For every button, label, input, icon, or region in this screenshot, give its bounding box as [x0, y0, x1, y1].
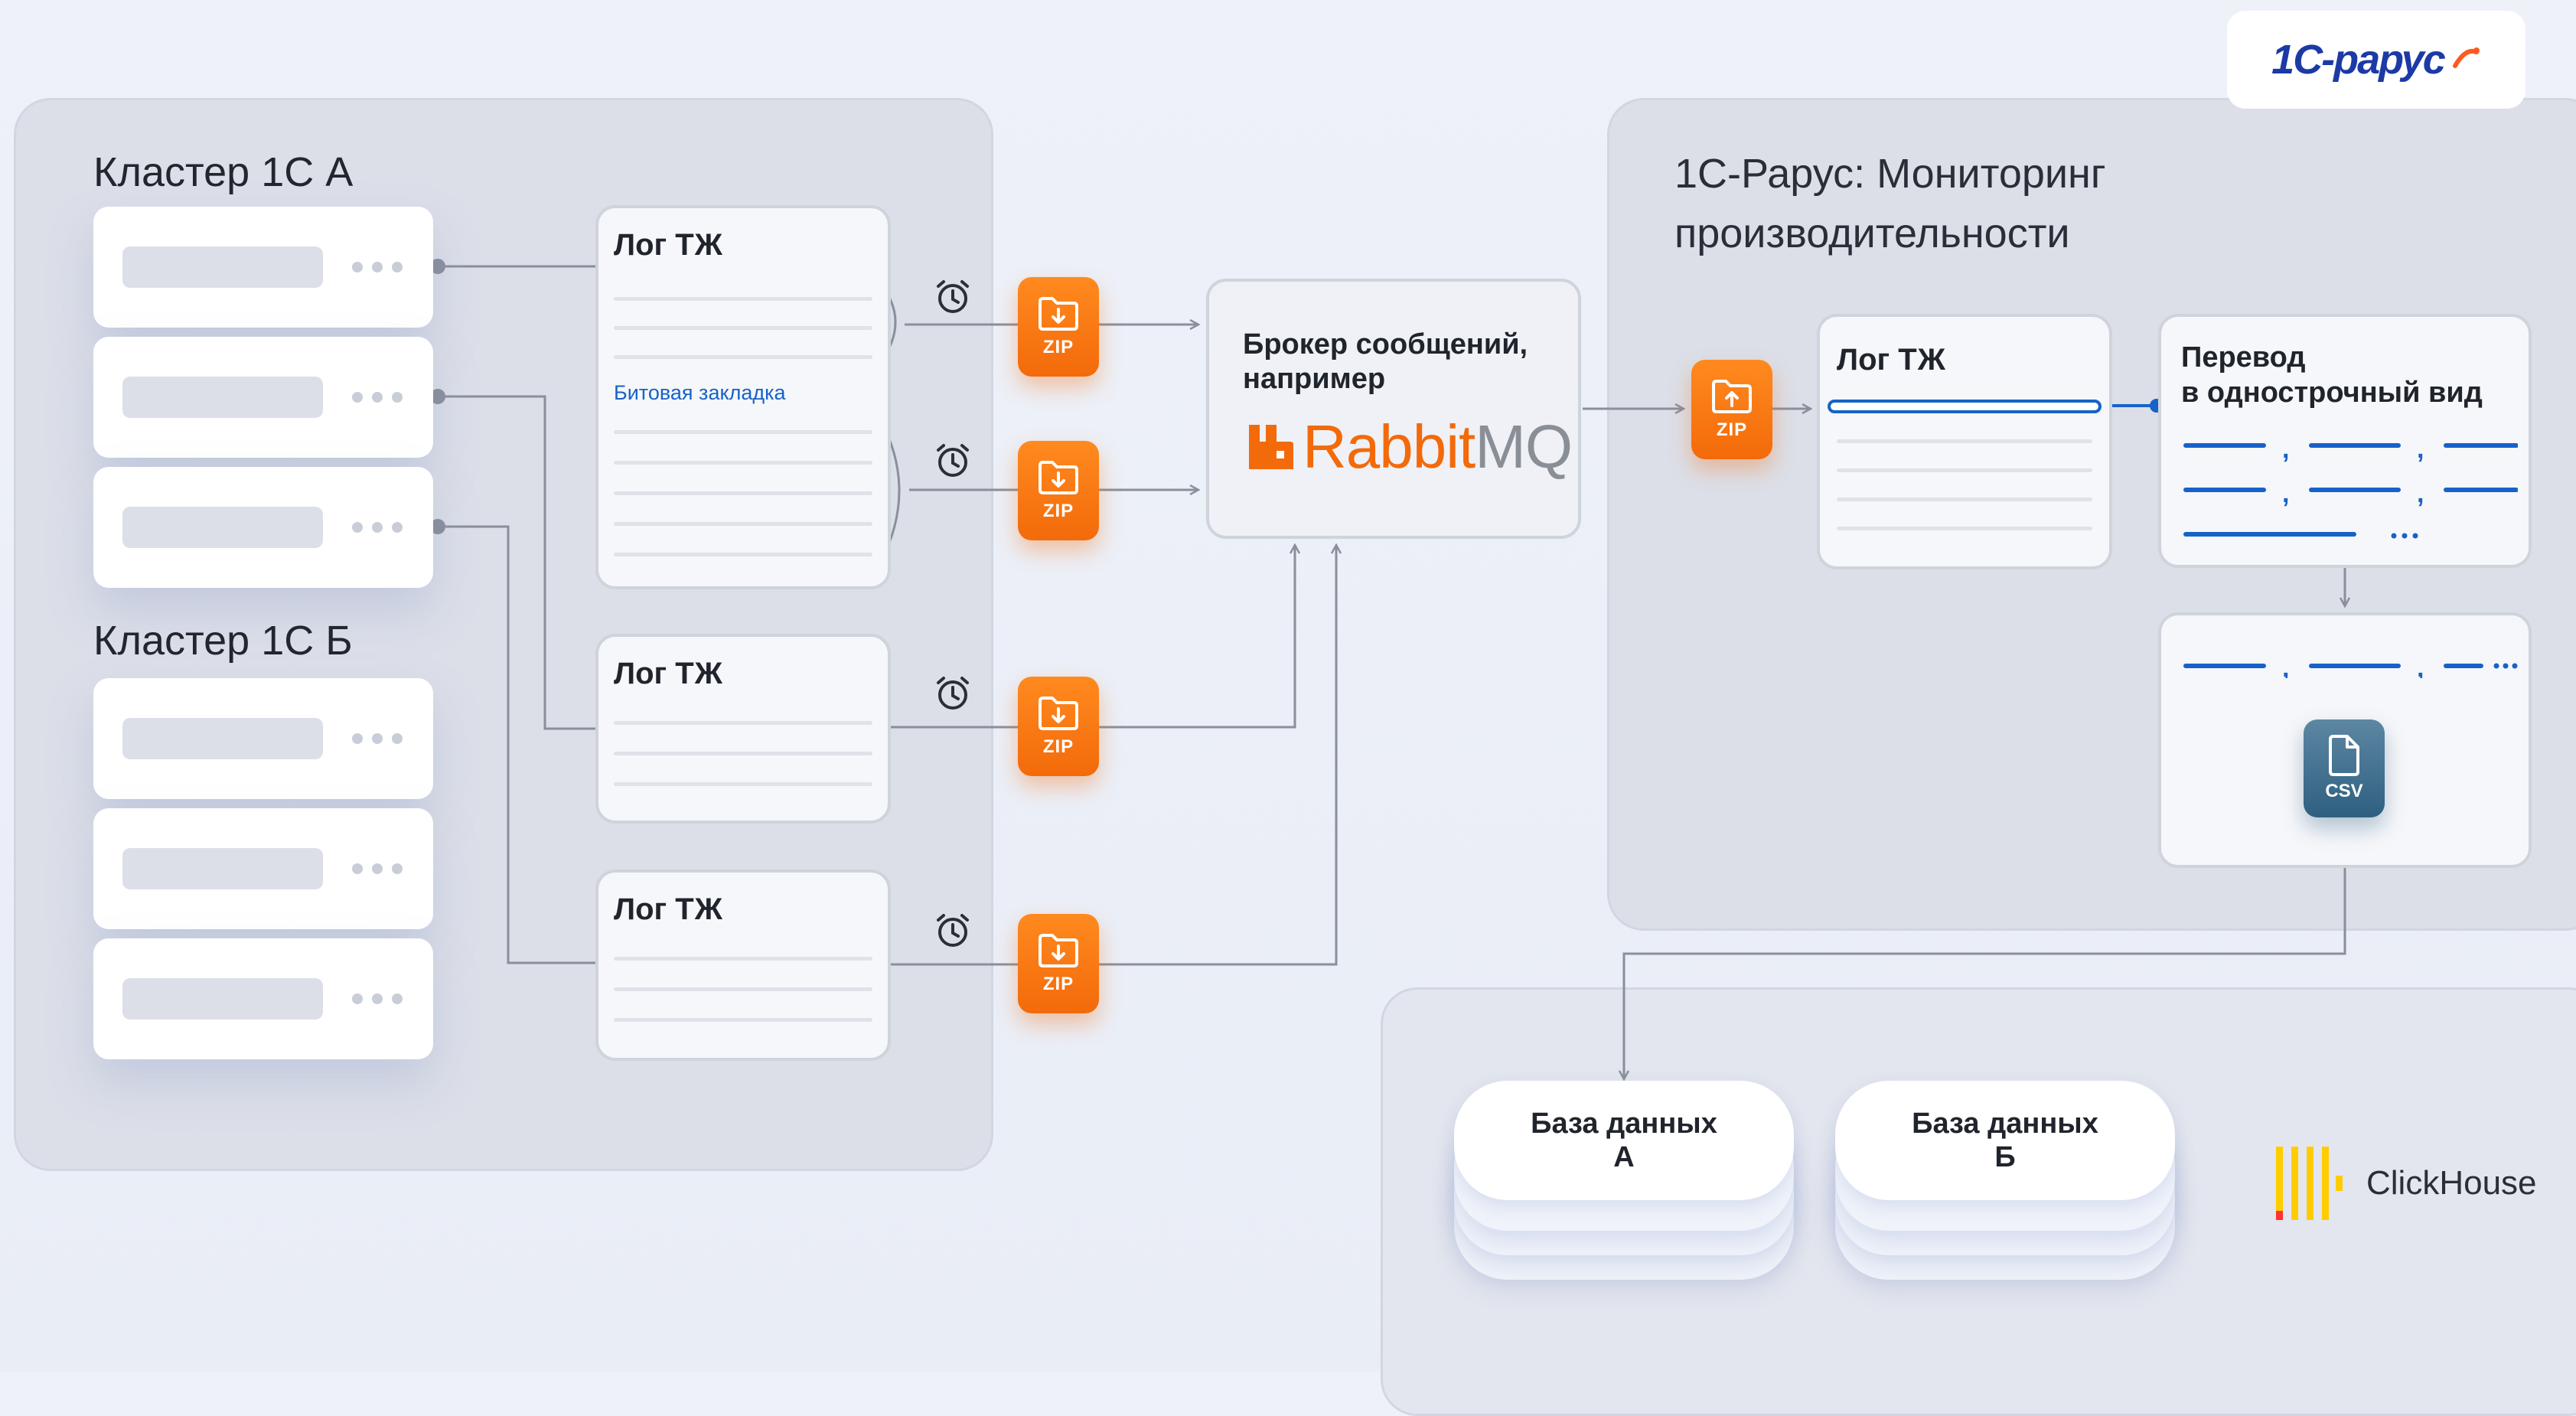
- clickhouse-logo: ClickHouse: [2274, 1145, 2537, 1222]
- alarm-clock-icon: [937, 280, 969, 313]
- zip-upload-icon: ZIP: [1691, 360, 1772, 459]
- alarm-clock-icon: [937, 914, 969, 947]
- server-a3: [93, 467, 433, 588]
- zip-archive-icon: ZIP: [1018, 441, 1099, 540]
- translate-card: Перевод в однострочный вид ,, ,,: [2158, 314, 2532, 568]
- svg-text:,: ,: [2417, 655, 2424, 678]
- alarm-clock-icon: [937, 677, 969, 710]
- monitoring-log-card: Лог ТЖ: [1817, 314, 2112, 569]
- cluster-a-title: Кластер 1С А: [93, 149, 354, 195]
- alarm-clock-icon: [937, 444, 969, 477]
- rabbitmq-logo: Rabbit MQ: [1246, 413, 1573, 481]
- broker-title-line1: Брокер сообщений,: [1243, 328, 1528, 361]
- cluster-b-title: Кластер 1С Б: [93, 618, 353, 664]
- log-title: Лог ТЖ: [614, 228, 722, 262]
- bit-bookmark-label: Битовая закладка: [614, 381, 786, 404]
- broker-title-line2: например: [1243, 363, 1386, 395]
- csv-file-icon: CSV: [2304, 719, 2385, 817]
- log-card-3: Лог ТЖ: [595, 870, 891, 1061]
- database-a-line1: База данных: [1531, 1108, 1717, 1140]
- log-card-2: Лог ТЖ: [595, 634, 891, 824]
- server-b3: [93, 938, 433, 1059]
- single-line-records-graphic: ,, ,,: [2183, 435, 2518, 539]
- zip-archive-icon: ZIP: [1018, 277, 1099, 377]
- database-a: База данных А: [1454, 1081, 1794, 1280]
- highlighted-log-line: [1828, 400, 2102, 413]
- server-a1: [93, 207, 433, 328]
- monitoring-title: 1С-Рарус: Мониторинг производительности: [1674, 151, 2106, 256]
- clickhouse-label: ClickHouse: [2366, 1164, 2537, 1202]
- database-a-line2: А: [1613, 1141, 1635, 1173]
- log-title: Лог ТЖ: [1837, 343, 1945, 377]
- svg-text:,: ,: [2417, 435, 2424, 464]
- csv-record-line: ,,: [2183, 655, 2518, 678]
- svg-text:,: ,: [2282, 479, 2289, 508]
- svg-text:,: ,: [2417, 479, 2424, 508]
- rabbitmq-word-mq: MQ: [1475, 413, 1573, 481]
- svg-text:,: ,: [2282, 655, 2289, 678]
- database-b-line1: База данных: [1912, 1108, 2098, 1140]
- zip-archive-icon: ZIP: [1018, 914, 1099, 1013]
- translate-title-line1: Перевод: [2181, 341, 2306, 374]
- database-b-line2: Б: [1994, 1141, 2016, 1173]
- log-title: Лог ТЖ: [614, 657, 722, 690]
- server-b2: [93, 808, 433, 929]
- zip-archive-icon: ZIP: [1018, 677, 1099, 776]
- rabbitmq-word-rabbit: Rabbit: [1303, 413, 1475, 481]
- log-card-1: Лог ТЖ Битовая закладка: [595, 205, 891, 589]
- database-b: База данных Б: [1835, 1081, 2175, 1280]
- server-a2: [93, 337, 433, 458]
- translate-title-line2: в однострочный вид: [2181, 377, 2483, 409]
- svg-text:,: ,: [2282, 435, 2289, 464]
- clickhouse-bars-icon: [2276, 1147, 2343, 1220]
- log-title: Лог ТЖ: [614, 892, 722, 926]
- server-b1: [93, 678, 433, 799]
- message-broker-card: Брокер сообщений, например Rabbit MQ: [1206, 279, 1581, 539]
- rabbitmq-icon: [1249, 425, 1293, 469]
